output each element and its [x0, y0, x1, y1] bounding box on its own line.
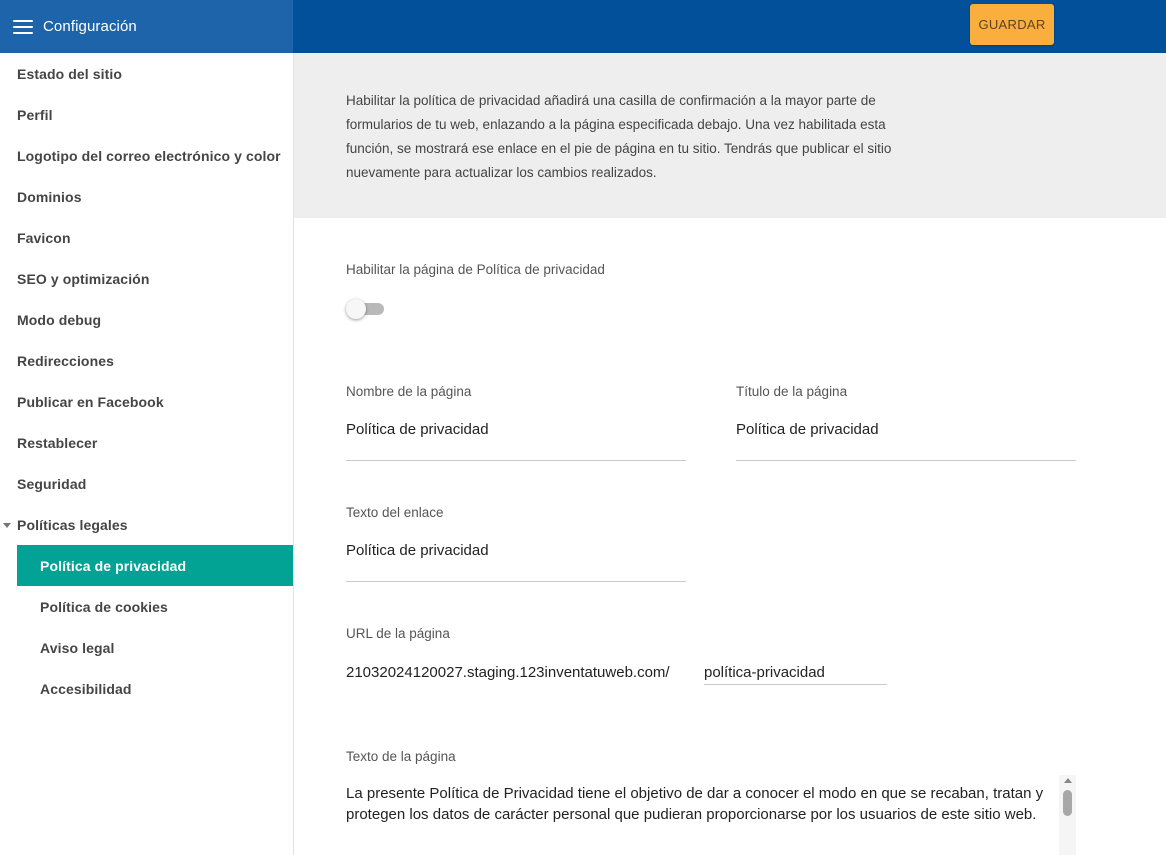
sidebar-item-legal-notice[interactable]: Aviso legal [17, 627, 293, 668]
toggle-knob [346, 299, 366, 319]
page-title-label: Título de la página [736, 384, 848, 399]
sidebar-item-cookie-policy[interactable]: Política de cookies [17, 586, 293, 627]
sidebar-item-security[interactable]: Seguridad [0, 463, 293, 504]
page-url-domain: 21032024120027.staging.123inventatuweb.c… [346, 664, 670, 681]
page-url-slug-input[interactable]: política-privacidad [704, 664, 887, 685]
sidebar-item-seo[interactable]: SEO y optimización [0, 258, 293, 299]
scroll-thumb[interactable] [1063, 790, 1072, 816]
main-content: Habilitar la política de privacidad añad… [294, 53, 1166, 855]
page-text-textarea[interactable]: La presente Política de Privacidad tiene… [346, 775, 1076, 855]
link-text-label: Texto del enlace [346, 505, 444, 520]
sidebar-group-legal[interactable]: Políticas legales [0, 504, 293, 545]
info-box: Habilitar la política de privacidad añad… [294, 53, 1166, 218]
sidebar-item-facebook[interactable]: Publicar en Facebook [0, 381, 293, 422]
sidebar-item-email-logo[interactable]: Logotipo del correo electrónico y color [0, 135, 293, 176]
sidebar-item-redirects[interactable]: Redirecciones [0, 340, 293, 381]
top-bar: Configuración GUARDAR [0, 0, 1166, 53]
link-text-input[interactable]: Política de privacidad [346, 542, 686, 582]
sidebar: Estado del sitio Perfil Logotipo del cor… [0, 53, 294, 855]
scroll-up-arrow-icon[interactable] [1064, 778, 1072, 783]
page-url-label: URL de la página [346, 626, 450, 641]
sidebar-item-accessibility[interactable]: Accesibilidad [17, 668, 293, 709]
hamburger-menu-icon[interactable] [13, 19, 33, 34]
sidebar-item-privacy-policy[interactable]: Política de privacidad [17, 545, 293, 586]
page-name-input[interactable]: Política de privacidad [346, 421, 686, 461]
sidebar-item-debug-mode[interactable]: Modo debug [0, 299, 293, 340]
sidebar-item-favicon[interactable]: Favicon [0, 217, 293, 258]
page-title-input[interactable]: Política de privacidad [736, 421, 1076, 461]
sidebar-group-label: Políticas legales [17, 516, 128, 533]
sidebar-item-reset[interactable]: Restablecer [0, 422, 293, 463]
sidebar-item-site-status[interactable]: Estado del sitio [0, 53, 293, 94]
enable-toggle[interactable] [346, 299, 384, 319]
page-text-label: Texto de la página [346, 749, 456, 764]
textarea-scrollbar[interactable] [1059, 775, 1076, 855]
caret-down-icon [3, 523, 11, 528]
sidebar-item-domains[interactable]: Dominios [0, 176, 293, 217]
page-name-label: Nombre de la página [346, 384, 472, 399]
enable-label: Habilitar la página de Política de priva… [346, 262, 605, 277]
page-text-content: La presente Política de Privacidad tiene… [346, 785, 1044, 823]
info-text: Habilitar la política de privacidad añad… [346, 93, 892, 180]
save-button[interactable]: GUARDAR [970, 4, 1054, 45]
page-title: Configuración [43, 18, 137, 35]
header-title-area: Configuración [0, 0, 293, 53]
sidebar-item-profile[interactable]: Perfil [0, 94, 293, 135]
